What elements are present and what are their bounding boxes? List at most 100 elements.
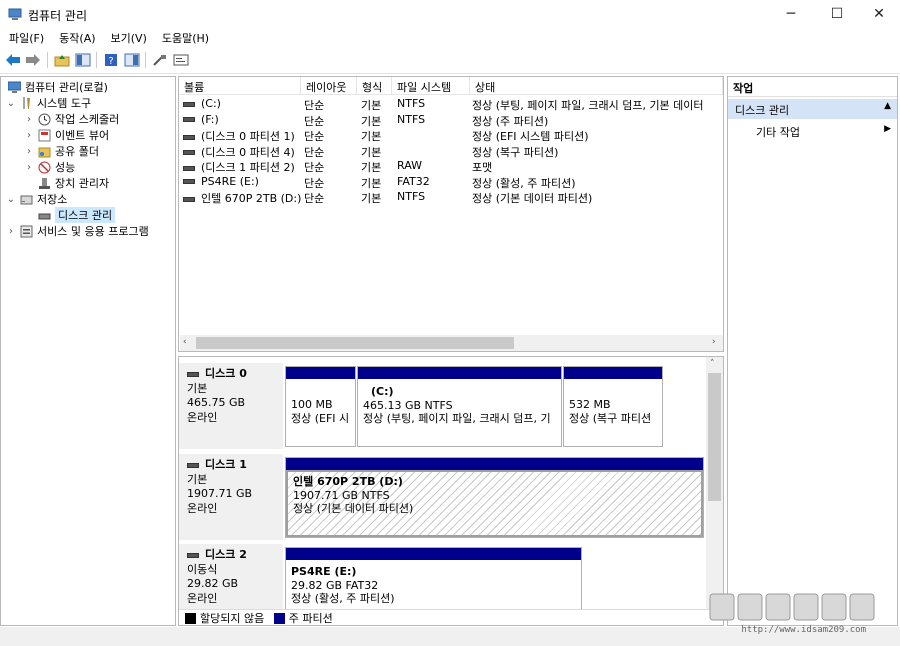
column-header-type[interactable]: 형식 <box>357 77 392 95</box>
column-header-volume[interactable]: 볼륨 <box>179 77 301 95</box>
menu-view[interactable]: 보기(V) <box>102 28 153 46</box>
chevron-right-icon[interactable]: › <box>5 226 17 237</box>
scroll-up-icon[interactable]: ˄ <box>710 359 715 369</box>
tree-label: 공유 폴더 <box>55 145 99 158</box>
partition-d[interactable]: 인텔 670P 2TB (D:) 1907.71 GB NTFS 정상 (기본 데이… <box>285 457 704 538</box>
tree-services-apps[interactable]: › 서비스 및 응용 프로그램 <box>5 223 149 239</box>
chevron-down-icon[interactable]: ⌄ <box>5 194 17 205</box>
tree-label: 서비스 및 응용 프로그램 <box>37 225 149 238</box>
partition-c[interactable]: (C:) 465.13 GB NTFS 정상 (부팅, 페이지 파일, 크래시 덤프… <box>357 366 562 447</box>
window-title: 컴퓨터 관리 <box>28 9 88 23</box>
minimize-button[interactable]: ─ <box>768 0 814 28</box>
tree-label: 이벤트 뷰어 <box>55 129 110 142</box>
title-bar: 컴퓨터 관리 ─ ☐ ✕ <box>0 0 900 28</box>
back-arrow-icon[interactable] <box>4 51 22 69</box>
actions-section-disk-management[interactable]: 디스크 관리 ▲ <box>728 99 897 119</box>
partition-status: 정상 (기본 데이터 파티션) <box>293 502 414 515</box>
scroll-left-icon[interactable]: ‹ <box>183 337 187 347</box>
partition-efi[interactable]: 100 MB 정상 (EFI 시 <box>285 366 356 447</box>
tree-task-scheduler[interactable]: › 작업 스케줄러 <box>23 111 119 127</box>
help-icon[interactable]: ? <box>102 51 120 69</box>
properties-icon[interactable] <box>123 51 141 69</box>
menu-action[interactable]: 동작(A) <box>50 28 101 46</box>
tree-device-manager[interactable]: 장치 관리자 <box>35 175 109 191</box>
disk-info[interactable]: 디스크 1 기본 1907.71 GB 온라인 <box>179 454 283 540</box>
disk-size: 29.82 GB <box>187 577 239 590</box>
chevron-right-icon[interactable]: › <box>23 130 35 141</box>
disk-info[interactable]: 디스크 0 기본 465.75 GB 온라인 <box>179 363 283 449</box>
volume-list: 볼륨 레이아웃 형식 파일 시스템 상태 (C:) 단순 기본 NTFS 정상 (부팅,… <box>178 76 724 352</box>
device-manager-icon <box>37 176 51 190</box>
table-row[interactable]: (디스크 0 파티션 4) 단순 기본 정상 (복구 파티션) <box>179 143 723 159</box>
tree-event-viewer[interactable]: › 이벤트 뷰어 <box>23 127 109 143</box>
partition-recovery[interactable]: 532 MB 정상 (복구 파티션 <box>563 366 663 447</box>
chevron-down-icon[interactable]: ⌄ <box>5 98 17 109</box>
disk-kind: 이동식 <box>187 562 218 576</box>
volume-icon <box>183 117 195 122</box>
volume-layout: 단순 <box>304 192 325 205</box>
column-header-layout[interactable]: 레이아웃 <box>301 77 357 95</box>
volume-icon <box>183 165 195 171</box>
partition-bar <box>358 367 561 379</box>
tree-label: 성능 <box>55 161 76 174</box>
disk-info[interactable]: 디스크 2 이동식 29.82 GB 온라인 <box>179 544 283 614</box>
forward-arrow-icon[interactable] <box>24 51 42 69</box>
scrollbar-thumb[interactable] <box>196 337 514 349</box>
partition-status: 정상 (EFI 시 <box>291 411 350 425</box>
scrollbar-thumb[interactable] <box>708 373 721 501</box>
table-row[interactable]: (디스크 1 파티션 2) 단순 기본 RAW 포맷 <box>179 158 723 174</box>
chevron-right-icon[interactable]: › <box>23 114 35 125</box>
menu-help[interactable]: 도움말(H) <box>153 28 215 46</box>
table-row[interactable]: (C:) 단순 기본 NTFS 정상 (부팅, 페이지 파일, 크래시 덤프, 기본 데… <box>179 96 723 112</box>
column-header-filesystem[interactable]: 파일 시스템 <box>392 77 470 95</box>
console-icon[interactable] <box>172 51 190 69</box>
table-row[interactable]: PS4RE (E:) 단순 기본 FAT32 정상 (활성, 주 파티션) <box>179 174 723 190</box>
tree-shared-folders[interactable]: › 공유 폴더 <box>23 143 99 159</box>
computer-management-icon <box>8 7 22 21</box>
partition-status: 정상 (복구 파티션 <box>569 411 652 425</box>
tree-root[interactable]: 컴퓨터 관리(로컬) <box>5 79 108 95</box>
up-folder-icon[interactable] <box>53 51 71 69</box>
volume-name: (디스크 1 파티션 2) <box>201 161 295 174</box>
tree-performance[interactable]: › 성능 <box>23 159 75 175</box>
disk-icon <box>187 371 199 377</box>
tree-label: 시스템 도구 <box>37 97 92 110</box>
tree-label: 컴퓨터 관리(로컬) <box>25 81 108 94</box>
scroll-right-icon[interactable]: › <box>712 337 716 347</box>
close-button[interactable]: ✕ <box>856 0 900 28</box>
tree-label: 디스크 관리 <box>55 207 116 223</box>
vertical-scrollbar[interactable]: ˄ <box>706 357 723 609</box>
toolbar-divider <box>47 52 48 68</box>
show-hide-tree-icon[interactable] <box>74 51 92 69</box>
column-header-status[interactable]: 상태 <box>470 77 723 95</box>
partition-size: 465.13 GB NTFS <box>363 398 453 412</box>
chevron-right-icon[interactable]: › <box>23 146 35 157</box>
partition-title: (C:) <box>371 385 394 398</box>
volume-name: (디스크 0 파티션 1) <box>201 130 295 143</box>
toolbar-divider <box>145 52 146 68</box>
table-row[interactable]: (디스크 0 파티션 1) 단순 기본 정상 (EFI 시스템 파티션) <box>179 127 723 143</box>
tree-storage[interactable]: ⌄ 저장소 <box>5 191 68 207</box>
volume-icon <box>183 150 195 155</box>
menu-file[interactable]: 파일(F) <box>0 28 50 46</box>
connect-icon[interactable] <box>151 51 169 69</box>
disk-size: 1907.71 GB <box>187 487 253 500</box>
chevron-right-icon[interactable]: › <box>23 162 35 173</box>
legend-primary: 주 파티션 <box>288 612 333 625</box>
table-row[interactable]: 인텔 670P 2TB (D:) 단순 기본 NTFS 정상 (기본 데이터 파티션) <box>179 189 723 205</box>
event-viewer-icon <box>37 128 51 142</box>
tree-disk-management[interactable]: 디스크 관리 <box>35 207 116 223</box>
partition-title: 인텔 670P 2TB (D:) <box>293 475 403 488</box>
more-actions-item[interactable]: 기타 작업 ▶ <box>728 121 897 139</box>
table-row[interactable]: (F:) 단순 기본 NTFS 정상 (주 파티션) <box>179 112 723 128</box>
maximize-button[interactable]: ☐ <box>814 0 860 28</box>
disk-graphical-view: 디스크 0 기본 465.75 GB 온라인 100 MB 정상 (EFI 시 (… <box>178 356 724 626</box>
volume-filesystem: FAT32 <box>397 174 430 188</box>
collapse-up-icon[interactable]: ▲ <box>884 101 891 111</box>
horizontal-scrollbar[interactable]: ‹ › <box>180 335 723 351</box>
svg-text:?: ? <box>108 56 113 67</box>
partition-status: 정상 (부팅, 페이지 파일, 크래시 덤프, 기 <box>363 412 551 425</box>
volume-icon <box>183 196 195 202</box>
tree-system-tools[interactable]: ⌄ 시스템 도구 <box>5 95 91 111</box>
navigation-tree: 컴퓨터 관리(로컬) ⌄ 시스템 도구 › 작업 스케줄러 › 이벤트 뷰어 › 공유 … <box>0 76 176 626</box>
